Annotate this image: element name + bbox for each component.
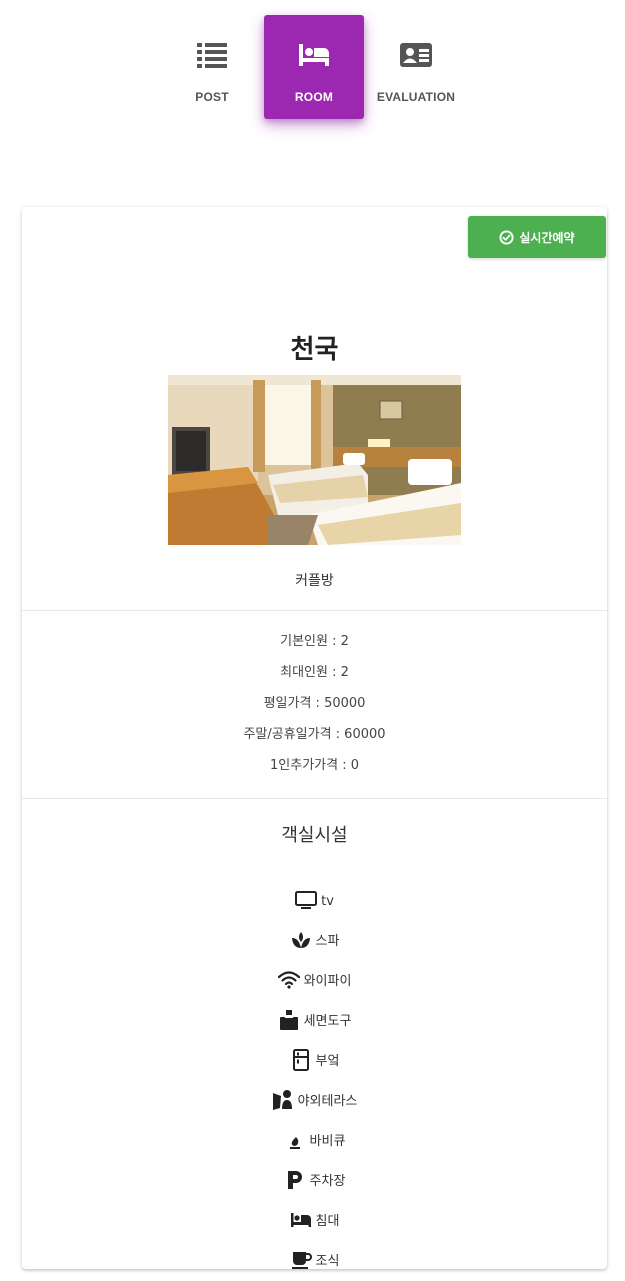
facility-label: 와이파이 [303, 974, 352, 989]
weekend-price: 주말/공휴일가격 : 60000 [243, 727, 386, 742]
room-photo [168, 375, 461, 545]
spa-icon [290, 929, 312, 951]
facility-label: tv [321, 894, 334, 909]
facility-tv: tv [22, 877, 607, 917]
facilities-heading: 객실시설 [281, 825, 348, 846]
tab-evaluation-label: EVALUATION [376, 90, 456, 104]
facility-label: 침대 [315, 1214, 340, 1229]
facility-label: 바비큐 [309, 1134, 346, 1149]
tab-room[interactable]: ROOM [264, 15, 364, 119]
facility-wifi: 와이파이 [22, 957, 607, 997]
facility-label: 조식 [315, 1254, 340, 1269]
coffee-icon [290, 1249, 312, 1271]
max-people: 최대인원 : 2 [280, 665, 349, 680]
facility-barbecue: 바비큐 [22, 1117, 607, 1157]
terrace-icon [272, 1089, 294, 1111]
tab-room-label: ROOM [294, 90, 334, 104]
bed-icon [299, 44, 329, 66]
facility-toiletries: 세면도구 [22, 997, 607, 1037]
wifi-icon [277, 969, 300, 991]
weekday-price: 평일가격 : 50000 [263, 696, 366, 711]
reserve-button-label: 실시간예약 [519, 230, 575, 245]
tab-post[interactable]: POST [162, 15, 262, 119]
room-info-list: 기본인원 : 2 최대인원 : 2 평일가격 : 50000 주말/공휴일가격 … [22, 633, 607, 788]
facility-label: 야외테라스 [297, 1094, 358, 1109]
room-type: 커플방 [295, 573, 334, 589]
extra-person-price: 1인추가가격 : 0 [270, 758, 359, 773]
room-card: 실시간예약 천국 커플방 기본인원: 2 최대인원: 2 평일가격: 50… [22, 207, 607, 1269]
facility-parking: 주차장 [22, 1157, 607, 1197]
facility-breakfast: 조식 [22, 1237, 607, 1277]
room-title: 천국 [290, 335, 339, 365]
realtime-reservation-button[interactable]: 실시간예약 [468, 216, 606, 258]
tv-icon [295, 889, 318, 911]
parking-icon [284, 1169, 306, 1191]
list-icon [197, 43, 227, 68]
id-card-icon [400, 43, 432, 67]
facility-bed: 침대 [22, 1197, 607, 1237]
divider [22, 798, 607, 799]
facility-label: 주차장 [309, 1174, 346, 1189]
tab-evaluation[interactable]: EVALUATION [366, 15, 466, 119]
facility-label: 부엌 [315, 1054, 340, 1069]
divider [22, 610, 607, 611]
facility-label: 스파 [315, 934, 340, 949]
fire-icon [284, 1129, 306, 1151]
facility-kitchen: 부엌 [22, 1037, 607, 1077]
hotel-room-image [168, 375, 461, 545]
bed-icon [290, 1209, 312, 1231]
facility-spa: 스파 [22, 917, 607, 957]
toiletries-icon [278, 1009, 300, 1031]
tab-bar: POST ROOM EVALUATION [0, 15, 625, 119]
facility-list: tv 스파 와이파이 세면도구 부엌 야외테라스 바비큐 주차장 침대 조식 [22, 877, 607, 1277]
check-circle-icon [499, 229, 514, 245]
base-people: 기본인원 : 2 [280, 634, 349, 649]
kitchen-icon [290, 1049, 312, 1071]
tab-post-label: POST [195, 90, 229, 104]
facility-terrace: 야외테라스 [22, 1077, 607, 1117]
facility-label: 세면도구 [303, 1014, 352, 1029]
